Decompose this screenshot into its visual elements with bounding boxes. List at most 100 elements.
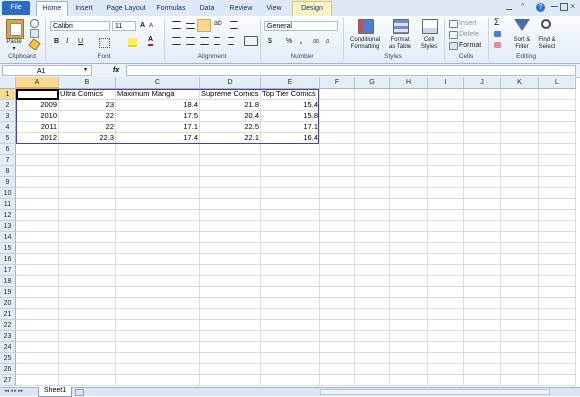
cell-a24[interactable] xyxy=(16,342,59,353)
cell-c3[interactable]: 17.5 xyxy=(116,111,200,122)
cell-j17[interactable] xyxy=(464,265,501,276)
cell-h4[interactable] xyxy=(390,122,428,133)
cell-a4[interactable]: 2011 xyxy=(16,122,59,133)
cell-k24[interactable] xyxy=(501,342,539,353)
name-box-dropdown-icon[interactable]: ▾ xyxy=(84,65,87,76)
cell-l16[interactable] xyxy=(539,254,576,265)
cell-f13[interactable] xyxy=(320,221,355,232)
cell-d14[interactable] xyxy=(200,232,261,243)
cell-i15[interactable] xyxy=(428,243,464,254)
cell-i16[interactable] xyxy=(428,254,464,265)
row-header-11[interactable]: 11 xyxy=(0,199,16,210)
cell-b7[interactable] xyxy=(59,155,116,166)
cell-i8[interactable] xyxy=(428,166,464,177)
cell-l3[interactable] xyxy=(539,111,576,122)
cell-j9[interactable] xyxy=(464,177,501,188)
cell-g7[interactable] xyxy=(355,155,390,166)
cell-c12[interactable] xyxy=(116,210,200,221)
row-header-7[interactable]: 7 xyxy=(0,155,16,166)
cell-j3[interactable] xyxy=(464,111,501,122)
cell-j8[interactable] xyxy=(464,166,501,177)
cell-j5[interactable] xyxy=(464,133,501,144)
cell-h24[interactable] xyxy=(390,342,428,353)
cell-d23[interactable] xyxy=(200,331,261,342)
cell-e26[interactable] xyxy=(261,364,320,375)
cell-e2[interactable]: 15.4 xyxy=(261,100,320,111)
cell-f17[interactable] xyxy=(320,265,355,276)
cell-l6[interactable] xyxy=(539,144,576,155)
cell-a27[interactable] xyxy=(16,375,59,386)
cell-l2[interactable] xyxy=(539,100,576,111)
cell-g3[interactable] xyxy=(355,111,390,122)
cell-g19[interactable] xyxy=(355,287,390,298)
cell-c24[interactable] xyxy=(116,342,200,353)
cell-g16[interactable] xyxy=(355,254,390,265)
cell-f19[interactable] xyxy=(320,287,355,298)
cell-c5[interactable]: 17.4 xyxy=(116,133,200,144)
cell-e15[interactable] xyxy=(261,243,320,254)
cell-e23[interactable] xyxy=(261,331,320,342)
decrease-indent-icon[interactable] xyxy=(214,37,220,45)
cell-d1[interactable]: Supreme Comics xyxy=(200,89,261,100)
cell-d8[interactable] xyxy=(200,166,261,177)
cell-e19[interactable] xyxy=(261,287,320,298)
cell-b20[interactable] xyxy=(59,298,116,309)
cell-e20[interactable] xyxy=(261,298,320,309)
conditional-formatting-icon[interactable] xyxy=(358,19,374,34)
cell-k6[interactable] xyxy=(501,144,539,155)
cell-g22[interactable] xyxy=(355,320,390,331)
align-bottom-icon[interactable] xyxy=(197,19,211,32)
cell-k17[interactable] xyxy=(501,265,539,276)
cell-d22[interactable] xyxy=(200,320,261,331)
cell-i4[interactable] xyxy=(428,122,464,133)
cell-a10[interactable] xyxy=(16,188,59,199)
column-header-b[interactable]: B xyxy=(59,77,116,89)
cell-c23[interactable] xyxy=(116,331,200,342)
cell-d10[interactable] xyxy=(200,188,261,199)
horizontal-scrollbar[interactable] xyxy=(320,389,550,395)
cell-d18[interactable] xyxy=(200,276,261,287)
cell-j15[interactable] xyxy=(464,243,501,254)
row-header-23[interactable]: 23 xyxy=(0,331,16,342)
cell-c20[interactable] xyxy=(116,298,200,309)
cell-l17[interactable] xyxy=(539,265,576,276)
align-left-icon[interactable] xyxy=(172,37,181,45)
tab-formulas[interactable]: Formulas xyxy=(154,2,188,15)
grow-font-icon[interactable]: A xyxy=(140,21,145,30)
sort-filter-button[interactable]: Sort & Filter xyxy=(508,37,536,51)
cell-b27[interactable] xyxy=(59,375,116,386)
tab-data[interactable]: Data xyxy=(196,2,218,15)
paste-dropdown-icon[interactable]: ▾ xyxy=(10,46,18,53)
cell-j7[interactable] xyxy=(464,155,501,166)
cell-e5[interactable]: 16.4 xyxy=(261,133,320,144)
cell-c21[interactable] xyxy=(116,309,200,320)
sheet-nav-arrows-icon[interactable]: ◂◂ ◂ ▸ ▸▸ xyxy=(4,388,23,395)
cell-i2[interactable] xyxy=(428,100,464,111)
cell-g20[interactable] xyxy=(355,298,390,309)
column-header-f[interactable]: F xyxy=(320,77,355,89)
cell-j2[interactable] xyxy=(464,100,501,111)
merge-center-icon[interactable] xyxy=(244,36,258,46)
cell-k1[interactable] xyxy=(501,89,539,100)
cell-c2[interactable]: 18.4 xyxy=(116,100,200,111)
row-header-21[interactable]: 21 xyxy=(0,309,16,320)
cell-e10[interactable] xyxy=(261,188,320,199)
increase-decimal-icon[interactable]: .00 xyxy=(312,38,319,47)
cell-h3[interactable] xyxy=(390,111,428,122)
cell-e13[interactable] xyxy=(261,221,320,232)
cell-b19[interactable] xyxy=(59,287,116,298)
cell-h15[interactable] xyxy=(390,243,428,254)
cell-i7[interactable] xyxy=(428,155,464,166)
cell-d7[interactable] xyxy=(200,155,261,166)
cell-l18[interactable] xyxy=(539,276,576,287)
cell-b15[interactable] xyxy=(59,243,116,254)
cell-k14[interactable] xyxy=(501,232,539,243)
cell-b9[interactable] xyxy=(59,177,116,188)
row-header-14[interactable]: 14 xyxy=(0,232,16,243)
select-all-corner[interactable] xyxy=(0,77,16,89)
cell-c14[interactable] xyxy=(116,232,200,243)
cell-f15[interactable] xyxy=(320,243,355,254)
row-header-12[interactable]: 12 xyxy=(0,210,16,221)
tab-insert[interactable]: Insert xyxy=(70,2,98,15)
currency-button[interactable]: $ xyxy=(268,37,272,46)
